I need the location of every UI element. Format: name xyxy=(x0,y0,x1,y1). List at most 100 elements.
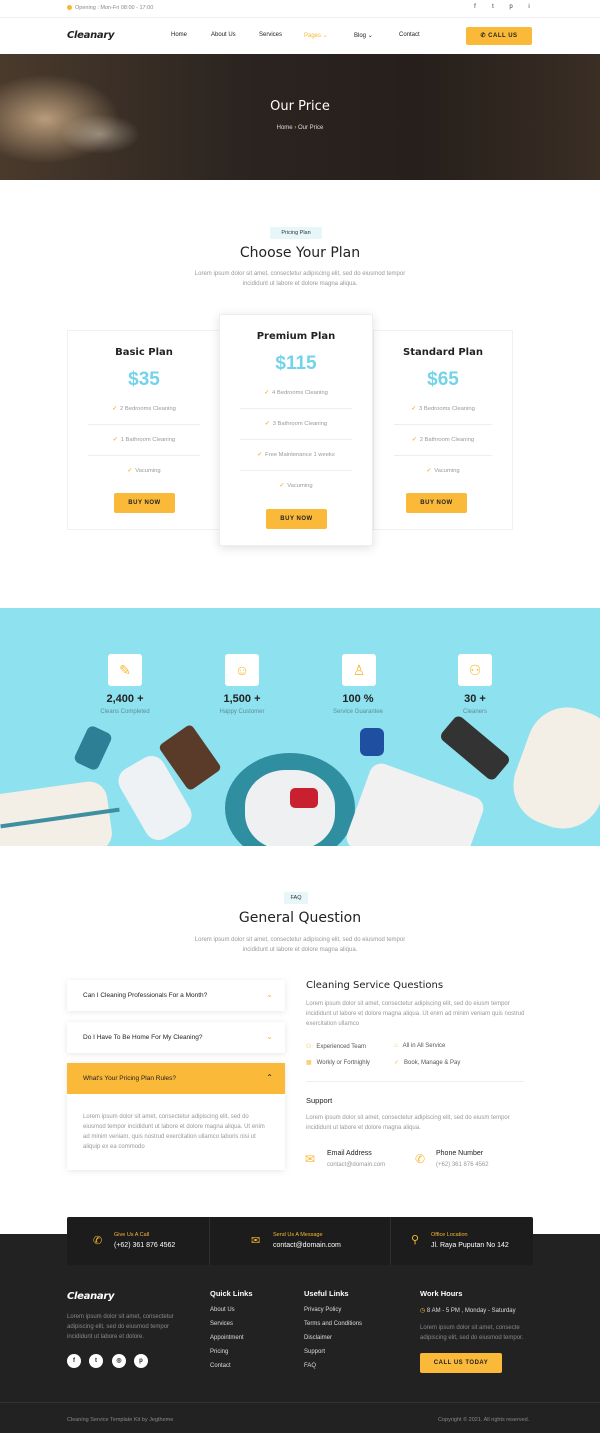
breadcrumb: Home › Our Price xyxy=(0,125,600,131)
footer-logo[interactable]: Cleanary xyxy=(67,1291,115,1302)
nav-contact[interactable]: Contact xyxy=(399,32,420,38)
contact-message-label: Send Us A Message xyxy=(273,1232,323,1238)
logo[interactable]: Cleanary xyxy=(67,30,115,41)
pricing-description: Lorem ipsum dolor sit amet, consectetur … xyxy=(194,271,406,287)
instagram-icon[interactable]: ◎ xyxy=(112,1354,126,1368)
work-hours-title: Work Hours xyxy=(420,1289,463,1298)
hero-spray xyxy=(60,114,140,154)
page-title: Our Price xyxy=(270,99,330,114)
email-value[interactable]: contact@domain.com xyxy=(327,1162,385,1168)
faq-item[interactable]: Do I Have To Be Home For My Cleaning? ⌄ xyxy=(67,1022,285,1053)
stat-number: 100 % xyxy=(342,693,374,705)
check-icon: ✓ xyxy=(279,483,285,489)
feature-item: ✓ Book, Manage & Pay xyxy=(394,1060,461,1066)
footer-link[interactable]: Contact xyxy=(210,1363,231,1369)
faq-item-open[interactable]: What's Your Pricing Plan Rules? ⌃ Lorem … xyxy=(67,1063,285,1170)
chevron-right-icon: › xyxy=(294,125,297,131)
footer-link[interactable]: About Us xyxy=(210,1307,235,1313)
guarantee-icon: ♙ xyxy=(342,654,376,686)
plan-feature: ✓ 3 Bathroom Cleaning xyxy=(240,409,352,440)
plan-feature: ✓ 1 Bathroom Cleaning xyxy=(88,425,200,456)
nav-blog[interactable]: Blog ⌄ xyxy=(354,32,373,39)
stat-label: Cleaners xyxy=(462,709,487,715)
stats-section: ✎ 2,400 + Cleans Completed ☺ 1,500 + Hap… xyxy=(0,608,600,846)
footer-link[interactable]: Appointment xyxy=(210,1335,244,1341)
pinterest-icon[interactable]: p xyxy=(506,4,516,10)
location-icon: ⚲ xyxy=(411,1234,420,1246)
footer-link[interactable]: Terms and Conditions xyxy=(304,1321,362,1327)
nav-services[interactable]: Services xyxy=(259,32,282,38)
plan-feature: ✓ 4 Bedrooms Cleaning xyxy=(240,378,352,409)
stat-label: Happy Customer xyxy=(219,709,265,715)
contact-call-label: Give Us A Call xyxy=(114,1232,150,1238)
stat-label: Service Guarantee xyxy=(332,709,384,715)
footer-link[interactable]: Support xyxy=(304,1349,325,1355)
plan-feature: ✓ Vacuming xyxy=(426,468,460,474)
attachment-image xyxy=(438,714,512,782)
buy-now-button[interactable]: BUY NOW xyxy=(406,493,467,513)
faq-side-title: Cleaning Service Questions xyxy=(306,980,444,991)
twitter-icon[interactable]: t xyxy=(488,4,498,10)
facebook-icon[interactable]: f xyxy=(67,1354,81,1368)
contact-call-value[interactable]: (+62) 361 876 4562 xyxy=(114,1242,175,1249)
faq-item[interactable]: Can I Cleaning Professionals For a Month… xyxy=(67,980,285,1011)
phone-icon: ✆ xyxy=(415,1152,426,1166)
footer-link[interactable]: Pricing xyxy=(210,1349,228,1355)
stat-number: 2,400 + xyxy=(106,693,144,705)
stat-number: 1,500 + xyxy=(223,693,261,705)
buy-now-button[interactable]: BUY NOW xyxy=(266,509,327,529)
support-title: Support xyxy=(306,1096,333,1105)
quick-links-title: Quick Links xyxy=(210,1289,253,1298)
service-icon: ⌂ xyxy=(394,1043,398,1049)
footer-divider xyxy=(0,1402,600,1403)
top-bar: Opening : Mon-Fri 08:00 - 17:00 f t p i xyxy=(0,0,600,18)
faq-badge: FAQ xyxy=(284,892,308,904)
chevron-down-icon: ⌄ xyxy=(266,990,273,999)
check-icon: ✓ xyxy=(264,390,270,396)
phone-value[interactable]: (+62) 361 876 4562 xyxy=(436,1162,489,1168)
booking-icon: ✓ xyxy=(394,1060,400,1066)
call-us-today-button[interactable]: CALL US TODAY xyxy=(420,1353,502,1373)
plan-name: Premium Plan xyxy=(256,331,336,342)
faq-description: Lorem ipsum dolor sit amet, consectetur … xyxy=(194,937,406,953)
faq-question: Do I Have To Be Home For My Cleaning? xyxy=(83,1034,203,1041)
steam-cleaner-button xyxy=(290,788,318,808)
checklist-icon: ✎ xyxy=(108,654,142,686)
buy-now-button[interactable]: BUY NOW xyxy=(114,493,175,513)
nav-home[interactable]: Home xyxy=(171,32,187,38)
footer-credit: Cleaning Service Template Kit by Jegthem… xyxy=(67,1417,174,1423)
breadcrumb-home[interactable]: Home xyxy=(277,125,293,131)
footer-link[interactable]: Privacy Policy xyxy=(304,1307,341,1313)
contact-location-value: Jl. Raya Puputan No 142 xyxy=(431,1242,509,1249)
stat-number: 30 + xyxy=(464,693,486,705)
facebook-icon[interactable]: f xyxy=(470,4,480,10)
instagram-icon[interactable]: i xyxy=(524,4,534,10)
footer-copyright: Copyright © 2021. All rights reserved. xyxy=(438,1417,530,1423)
chevron-down-icon: ⌄ xyxy=(266,1032,273,1041)
chevron-down-icon: ⌄ xyxy=(367,33,373,39)
plan-price: $35 xyxy=(128,369,160,390)
plan-feature: ✓ 3 Bedrooms Cleaning xyxy=(394,394,492,425)
faq-question: What's Your Pricing Plan Rules? xyxy=(83,1075,177,1082)
call-us-button[interactable]: ✆ CALL US xyxy=(466,27,532,45)
plan-feature: ✓ Vacuming xyxy=(127,468,161,474)
footer-link[interactable]: Disclaimer xyxy=(304,1335,332,1341)
pricing-badge: Pricing Plan xyxy=(270,227,322,239)
plan-feature: ✓ 2 Bathroom Cleaning xyxy=(394,425,492,456)
nav-pages[interactable]: Pages ⌄ xyxy=(304,32,328,39)
contact-message-value[interactable]: contact@domain.com xyxy=(273,1242,341,1249)
check-icon: ✓ xyxy=(257,452,263,458)
feature-item: ⚇ Experienced Team xyxy=(306,1044,366,1050)
clock-icon xyxy=(67,5,72,10)
pinterest-icon[interactable]: p xyxy=(134,1354,148,1368)
footer-link[interactable]: Services xyxy=(210,1321,233,1327)
page-hero: Our Price Home › Our Price xyxy=(0,54,600,180)
phone-icon: ✆ xyxy=(480,33,486,39)
pricing-title: Choose Your Plan xyxy=(239,245,361,261)
twitter-icon[interactable]: t xyxy=(89,1354,103,1368)
chevron-up-icon: ⌃ xyxy=(266,1073,273,1082)
plan-name: Standard Plan xyxy=(403,347,483,358)
nav-about[interactable]: About Us xyxy=(211,32,236,38)
footer-link[interactable]: FAQ xyxy=(304,1363,316,1369)
phone-label: Phone Number xyxy=(436,1150,484,1157)
